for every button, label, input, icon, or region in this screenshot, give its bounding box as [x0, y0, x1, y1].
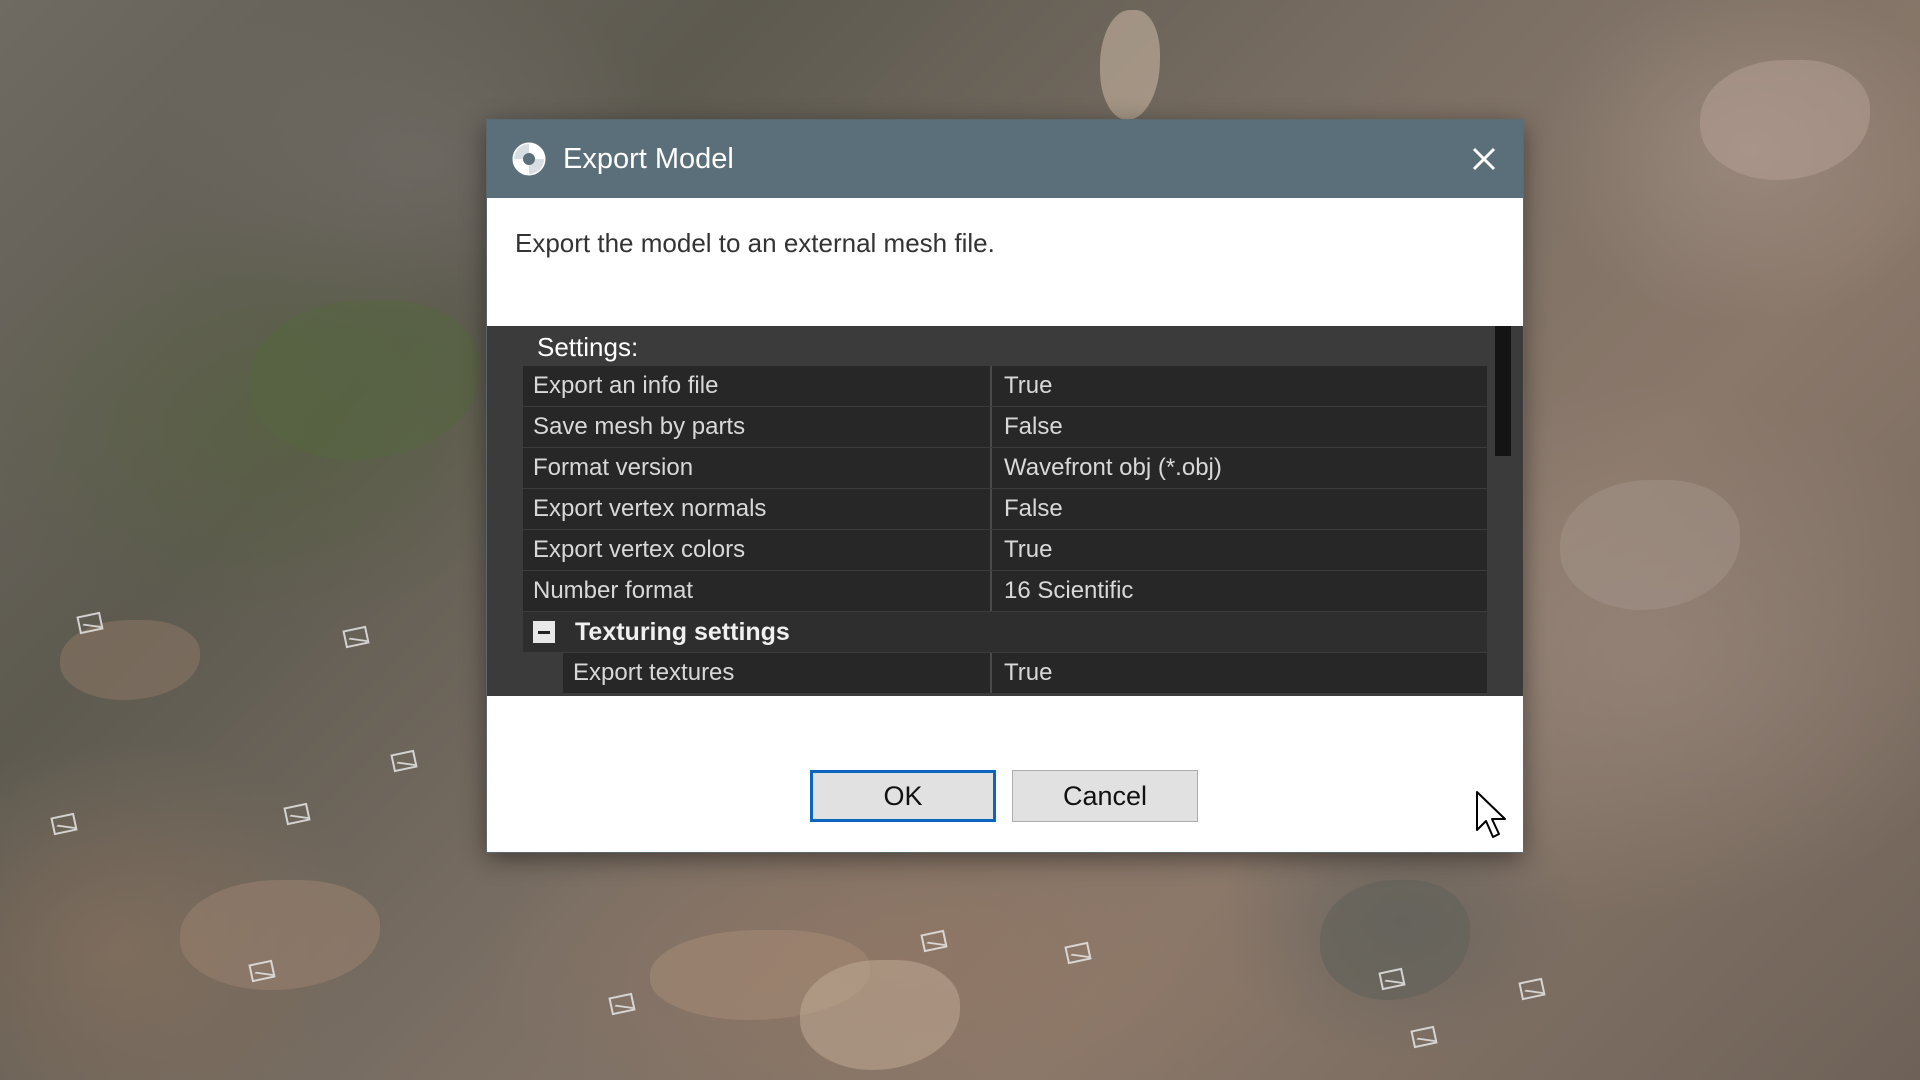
cancel-button[interactable]: Cancel	[1012, 770, 1198, 822]
camera-marker-icon	[1064, 941, 1092, 965]
camera-marker-icon	[390, 749, 418, 773]
property-value[interactable]: Wavefront obj (*.obj)	[992, 448, 1487, 488]
dialog-title: Export Model	[563, 143, 734, 175]
camera-marker-icon	[920, 929, 948, 953]
property-row[interactable]: Export textures True	[523, 653, 1487, 693]
camera-marker-icon	[342, 625, 370, 649]
property-value[interactable]: False	[992, 407, 1487, 447]
scene-texture	[800, 960, 960, 1070]
property-name: Export textures	[563, 653, 992, 693]
scene-texture	[1700, 60, 1870, 180]
camera-marker-icon	[1518, 977, 1546, 1001]
scene-texture	[1100, 10, 1160, 120]
scrollbar-thumb[interactable]	[1495, 326, 1511, 456]
property-value[interactable]: True	[992, 653, 1487, 693]
camera-marker-icon	[50, 812, 78, 836]
property-name: Number format	[523, 571, 992, 611]
scene-texture	[180, 880, 380, 990]
property-row[interactable]: Export vertex normals False	[523, 489, 1487, 529]
property-value[interactable]: True	[992, 366, 1487, 406]
property-name: Export vertex colors	[523, 530, 992, 570]
texturing-settings-group[interactable]: Texturing settings	[523, 612, 1487, 652]
camera-marker-icon	[608, 992, 636, 1016]
property-name: Save mesh by parts	[523, 407, 992, 447]
settings-header: Settings:	[537, 332, 639, 362]
dialog-titlebar[interactable]: Export Model	[487, 120, 1523, 198]
property-row[interactable]: Save mesh by parts False	[523, 407, 1487, 447]
group-label: Texturing settings	[575, 617, 790, 646]
app-logo-icon	[512, 142, 546, 176]
property-name: Export an info file	[523, 366, 992, 406]
property-value[interactable]: True	[992, 530, 1487, 570]
property-grid: Export an info file True Save mesh by pa…	[523, 366, 1487, 694]
property-row[interactable]: Export vertex colors True	[523, 530, 1487, 570]
property-row[interactable]: Export an info file True	[523, 366, 1487, 406]
row-indent	[523, 653, 563, 693]
property-row[interactable]: Number format 16 Scientific	[523, 571, 1487, 611]
scene-texture	[1560, 480, 1740, 610]
ok-button[interactable]: OK	[810, 770, 996, 822]
collapse-minus-icon[interactable]	[533, 621, 555, 643]
property-value[interactable]: False	[992, 489, 1487, 529]
close-button[interactable]	[1459, 134, 1509, 184]
export-model-dialog: Export Model Export the model to an exte…	[487, 120, 1523, 852]
property-name: Export vertex normals	[523, 489, 992, 529]
close-icon	[1472, 147, 1496, 171]
camera-marker-icon	[283, 802, 311, 826]
property-value[interactable]: 16 Scientific	[992, 571, 1487, 611]
settings-scrollbar[interactable]	[1495, 326, 1511, 696]
dialog-description: Export the model to an external mesh fil…	[515, 228, 995, 258]
settings-panel: Settings: Export an info file True Save …	[487, 326, 1523, 696]
property-row[interactable]: Format version Wavefront obj (*.obj)	[523, 448, 1487, 488]
property-name: Format version	[523, 448, 992, 488]
scene-texture	[250, 300, 480, 460]
camera-marker-icon	[1410, 1025, 1438, 1049]
mouse-pointer-icon	[1476, 791, 1506, 838]
